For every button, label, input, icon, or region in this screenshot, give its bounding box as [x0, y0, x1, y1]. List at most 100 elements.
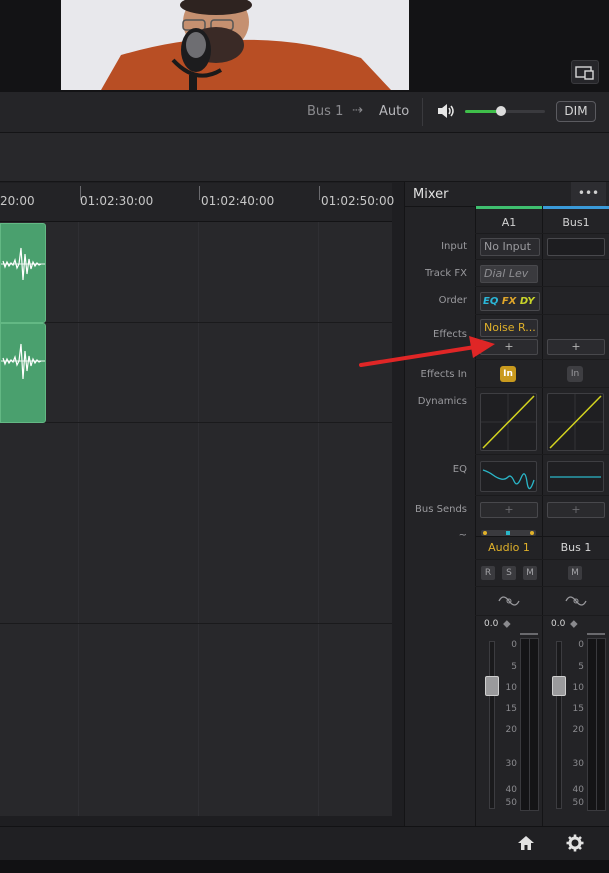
speaker-icon[interactable] — [436, 103, 456, 123]
record-arm-button-a1[interactable]: R — [481, 566, 495, 580]
row-divider — [476, 536, 609, 537]
row-divider — [475, 559, 609, 560]
db-scale-label: 40 — [505, 785, 517, 795]
waveform — [1, 343, 45, 380]
row-divider — [475, 615, 609, 616]
dynamics-graph-a1[interactable] — [480, 393, 537, 451]
db-scale-label: 50 — [572, 798, 584, 808]
screen-share-icon — [575, 66, 594, 80]
pan-dot — [530, 531, 534, 535]
timecode-tick: 01:02:30:00 — [80, 194, 154, 208]
db-scale-label: 40 — [572, 785, 584, 795]
os-taskbar — [0, 860, 609, 873]
dynamics-curve — [481, 394, 536, 450]
db-scale-label: 10 — [505, 683, 517, 693]
add-effect-button-bus1[interactable]: + — [547, 339, 605, 355]
row-divider — [475, 454, 609, 455]
column-divider — [542, 206, 543, 826]
order-dy: DY — [519, 296, 535, 307]
more-icon: ••• — [577, 186, 600, 200]
db-scale-label: 30 — [505, 759, 517, 769]
phase-icon[interactable] — [498, 593, 520, 612]
monitor-volume-slider[interactable] — [465, 106, 545, 116]
db-scale-label: 15 — [572, 704, 584, 714]
row-divider — [475, 495, 609, 496]
tick-mark — [319, 186, 320, 200]
phase-icon[interactable] — [565, 593, 587, 612]
grid-line — [318, 222, 319, 816]
a1-color-accent — [476, 206, 542, 209]
fader-value-a1: 0.0 — [484, 619, 499, 629]
row-label-dynamics: Dynamics — [417, 396, 467, 407]
input-select-a1[interactable]: No Input — [480, 238, 540, 256]
gear-icon[interactable] — [566, 834, 584, 856]
timecode-tick: 20:00 — [0, 194, 35, 208]
eq-graph-a1[interactable] — [480, 461, 537, 492]
grid-line — [198, 222, 199, 816]
track-fx-slot-a1[interactable]: Dial Lev — [480, 265, 538, 283]
timecode-tick: 01:02:40:00 — [201, 194, 275, 208]
channel-name-bus1[interactable]: Bus 1 — [543, 541, 609, 554]
row-divider — [475, 286, 609, 287]
db-scale-label: 20 — [505, 725, 517, 735]
row-divider — [475, 259, 609, 260]
eq-curve — [550, 476, 601, 478]
mixer-title: Mixer — [413, 187, 449, 202]
audio-clip[interactable] — [0, 223, 46, 323]
track-divider — [0, 422, 392, 423]
grid-line — [78, 222, 79, 816]
row-label-track-fx: Track FX — [425, 268, 467, 279]
row-divider — [475, 387, 609, 388]
db-scale-label: 0 — [511, 640, 517, 650]
track-divider — [0, 623, 392, 624]
peak-hold-a1 — [520, 633, 538, 635]
row-label-clipped: ~ — [458, 530, 467, 536]
audio-clip[interactable] — [0, 323, 46, 423]
home-icon[interactable] — [517, 835, 535, 855]
db-scale-label: 0 — [578, 640, 584, 650]
timecode-tick: 01:02:50:00 — [321, 194, 395, 208]
row-label-eq: EQ — [452, 464, 467, 475]
processing-order-a1[interactable]: EQ FX DY — [480, 292, 540, 311]
pan-dot — [483, 531, 487, 535]
link-icon: ⬥ — [570, 617, 578, 630]
row-divider — [475, 314, 609, 315]
mute-button-bus1[interactable]: M — [568, 566, 582, 580]
mute-button-a1[interactable]: M — [523, 566, 537, 580]
db-scale-label: 30 — [572, 759, 584, 769]
link-icon: ⬥ — [503, 617, 511, 630]
divider — [422, 98, 423, 126]
db-scale-label: 20 — [572, 725, 584, 735]
eq-graph-bus1[interactable] — [547, 461, 604, 492]
waveform — [1, 247, 45, 281]
timeline-tracks[interactable] — [0, 222, 392, 816]
column-divider — [475, 206, 476, 826]
dynamics-curve — [548, 394, 603, 450]
input-select-bus1[interactable] — [547, 238, 605, 256]
dim-button[interactable]: DIM — [556, 101, 596, 122]
volume-knob[interactable] — [496, 106, 506, 116]
db-scale-label: 15 — [505, 704, 517, 714]
order-fx: FX — [501, 296, 517, 307]
tick-mark — [199, 186, 200, 200]
level-meter-bus1-r — [596, 638, 606, 811]
db-scale-label: 5 — [511, 662, 517, 672]
effects-in-toggle-bus1[interactable]: In — [567, 366, 583, 382]
bus-send-add-a1[interactable]: + — [480, 502, 538, 518]
level-meter-a1-r — [529, 638, 539, 811]
order-eq: EQ — [483, 296, 499, 307]
screen-share-button[interactable] — [571, 60, 599, 84]
db-scale-label: 50 — [505, 798, 517, 808]
track-divider — [0, 322, 392, 323]
channel-header-bus1: Bus1 — [562, 216, 590, 229]
channel-name-a1[interactable]: Audio 1 — [476, 541, 542, 554]
toolbar-row — [0, 133, 609, 182]
solo-button-a1[interactable]: S — [502, 566, 516, 580]
automation-mode[interactable]: Auto — [379, 104, 409, 119]
mixer-options-button[interactable]: ••• — [571, 182, 606, 206]
output-bus-label[interactable]: Bus 1 — [307, 104, 343, 119]
dynamics-graph-bus1[interactable] — [547, 393, 604, 451]
routing-arrow-icon: ⇢ — [352, 103, 363, 118]
bus-send-add-bus1[interactable]: + — [547, 502, 605, 518]
db-scale-label: 5 — [578, 662, 584, 672]
